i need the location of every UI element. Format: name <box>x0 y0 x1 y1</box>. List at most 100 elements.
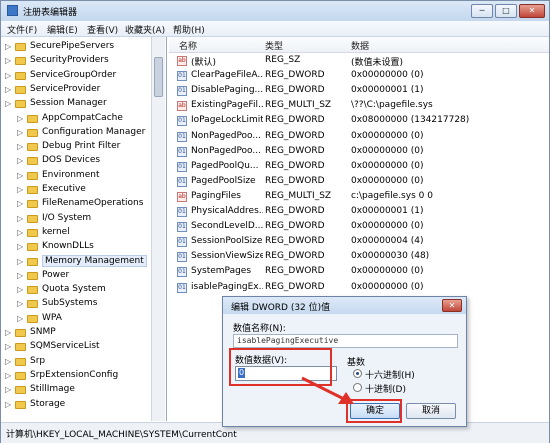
cancel-button[interactable]: 取消 <box>406 403 456 419</box>
value-name-field: isablePagingExecutive <box>233 334 458 348</box>
expand-arrow-icon[interactable]: ▷ <box>17 314 25 323</box>
value-row[interactable]: 01 IoPageLockLimit REG_DWORD 0x08000000 (13… <box>169 114 549 128</box>
value-row[interactable]: 01 SessionPoolSize REG_DWORD 0x00000004 (4) <box>169 235 549 249</box>
menu-edit[interactable]: 编辑(E) <box>47 23 78 36</box>
value-row[interactable]: 01 NonPagedPoo... REG_DWORD 0x00000000 (0) <box>169 130 549 144</box>
tree-item[interactable]: ▷ Srp <box>1 355 151 369</box>
value-row[interactable]: 01 DisablePaging... REG_DWORD 0x00000001 (1… <box>169 84 549 98</box>
tree-scrollbar-thumb[interactable] <box>154 57 163 97</box>
tree-scrollbar[interactable] <box>151 37 165 421</box>
folder-icon <box>27 200 38 209</box>
tree-item[interactable]: ▷ KnownDLLs <box>1 240 151 254</box>
binary-value-icon: 01 <box>177 131 187 142</box>
maximize-button[interactable]: □ <box>495 4 517 18</box>
tree-item[interactable]: ▷ ServiceProvider <box>1 83 151 97</box>
expand-arrow-icon[interactable]: ▷ <box>17 285 25 294</box>
value-row[interactable]: 01 PagedPoolQu... REG_DWORD 0x00000000 (0) <box>169 160 549 174</box>
value-name: SystemPages <box>191 266 252 277</box>
expand-arrow-icon[interactable]: ▷ <box>17 128 25 137</box>
value-type: REG_DWORD <box>265 115 325 126</box>
expand-arrow-icon[interactable]: ▷ <box>5 99 13 108</box>
close-button[interactable]: ✕ <box>519 4 545 18</box>
hex-radio-label[interactable]: 十六进制(H) <box>365 368 415 381</box>
tree-item-label: DOS Devices <box>42 155 101 166</box>
dec-radio-label[interactable]: 十进制(D) <box>365 382 406 395</box>
value-row[interactable]: ab (默认) REG_SZ (数值未设置) <box>169 54 549 68</box>
tree-item[interactable]: ▷ SubSystems <box>1 297 151 311</box>
value-row[interactable]: 01 PagedPoolSize REG_DWORD 0x00000000 (0) <box>169 175 549 189</box>
column-type-header[interactable]: 类型 <box>265 39 283 52</box>
value-row[interactable]: 01 PhysicalAddres... REG_DWORD 0x00000001 (… <box>169 205 549 219</box>
expand-arrow-icon[interactable]: ▷ <box>17 299 25 308</box>
tree-item-label: ServiceProvider <box>30 83 101 94</box>
tree-item[interactable]: ▷ SecurityProviders <box>1 54 151 68</box>
tree-item[interactable]: ▷ ServiceGroupOrder <box>1 69 151 83</box>
expand-arrow-icon[interactable]: ▷ <box>5 42 13 51</box>
column-name-header[interactable]: 名称 <box>179 39 197 52</box>
tree-item[interactable]: ▷ SecurePipeServers <box>1 40 151 54</box>
expand-arrow-icon[interactable]: ▷ <box>5 328 13 337</box>
column-data-header[interactable]: 数据 <box>351 39 369 52</box>
expand-arrow-icon[interactable]: ▷ <box>17 242 25 251</box>
expand-arrow-icon[interactable]: ▷ <box>17 171 25 180</box>
expand-arrow-icon[interactable]: ▷ <box>17 214 25 223</box>
expand-arrow-icon[interactable]: ▷ <box>17 142 25 151</box>
value-data: 0x00000004 (4) <box>351 236 424 247</box>
value-row[interactable]: 01 SessionViewSize REG_DWORD 0x00000030 (48… <box>169 250 549 264</box>
value-row[interactable]: 01 isablePagingEx... REG_DWORD 0x00000000 (… <box>169 281 549 295</box>
tree-item[interactable]: ▷ kernel <box>1 226 151 240</box>
expand-arrow-icon[interactable]: ▷ <box>17 228 25 237</box>
expand-arrow-icon[interactable]: ▷ <box>17 257 25 266</box>
expand-arrow-icon[interactable]: ▷ <box>5 85 13 94</box>
tree-item[interactable]: ▷ Storage <box>1 398 151 412</box>
tree-item[interactable]: ▷ Power <box>1 269 151 283</box>
tree-item[interactable]: ▷ SrpExtensionConfig <box>1 369 151 383</box>
tree-item[interactable]: ▷ Configuration Manager <box>1 126 151 140</box>
expand-arrow-icon[interactable]: ▷ <box>17 271 25 280</box>
dialog-close-button[interactable]: ✕ <box>442 299 462 312</box>
folder-icon <box>27 128 38 137</box>
title-bar[interactable]: 注册表编辑器 ─ □ ✕ <box>1 1 549 21</box>
expand-arrow-icon[interactable]: ▷ <box>17 199 25 208</box>
menu-favorites[interactable]: 收藏夹(A) <box>125 23 165 36</box>
menu-file[interactable]: 文件(F) <box>7 23 37 36</box>
expand-arrow-icon[interactable]: ▷ <box>5 385 13 394</box>
menu-view[interactable]: 查看(V) <box>87 23 118 36</box>
tree-item[interactable]: ▷ FileRenameOperations <box>1 197 151 211</box>
registry-tree[interactable]: ▷ SecurePipeServers ▷ SecurityProviders ▷ Ser… <box>1 37 167 421</box>
tree-item[interactable]: ▷ StillImage <box>1 383 151 397</box>
value-row[interactable]: 01 ClearPageFileA... REG_DWORD 0x00000000 (… <box>169 69 549 83</box>
expand-arrow-icon[interactable]: ▷ <box>5 342 13 351</box>
expand-arrow-icon[interactable]: ▷ <box>5 357 13 366</box>
expand-arrow-icon[interactable]: ▷ <box>17 114 25 123</box>
expand-arrow-icon[interactable]: ▷ <box>5 56 13 65</box>
expand-arrow-icon[interactable]: ▷ <box>5 71 13 80</box>
value-row[interactable]: 01 SystemPages REG_DWORD 0x00000000 (0) <box>169 265 549 279</box>
dialog-title-bar[interactable]: 编辑 DWORD (32 位)值 <box>223 297 466 314</box>
tree-item[interactable]: ▷ Environment <box>1 169 151 183</box>
tree-item[interactable]: ▷ SQMServiceList <box>1 340 151 354</box>
value-row[interactable]: ab ExistingPageFil... REG_MULTI_SZ \??\C:\p… <box>169 99 549 113</box>
tree-item[interactable]: ▷ Memory Management <box>1 254 151 269</box>
tree-item[interactable]: ▷ Quota System <box>1 283 151 297</box>
expand-arrow-icon[interactable]: ▷ <box>5 400 13 409</box>
expand-arrow-icon[interactable]: ▷ <box>17 156 25 165</box>
tree-item[interactable]: ▷ I/O System <box>1 212 151 226</box>
tree-item[interactable]: ▷ Session Manager <box>1 97 151 111</box>
value-row[interactable]: ab PagingFiles REG_MULTI_SZ c:\pagefile.sys… <box>169 190 549 204</box>
tree-item[interactable]: ▷ DOS Devices <box>1 154 151 168</box>
expand-arrow-icon[interactable]: ▷ <box>17 185 25 194</box>
menu-help[interactable]: 帮助(H) <box>173 23 205 36</box>
value-row[interactable]: 01 NonPagedPoo... REG_DWORD 0x00000000 (0) <box>169 145 549 159</box>
tree-item[interactable]: ▷ Debug Print Filter <box>1 140 151 154</box>
expand-arrow-icon[interactable]: ▷ <box>5 371 13 380</box>
tree-item-label: Memory Management <box>42 254 147 267</box>
tree-item[interactable]: ▷ Executive <box>1 183 151 197</box>
tree-item[interactable]: ▷ AppCompatCache <box>1 112 151 126</box>
value-row[interactable]: 01 SecondLevelD... REG_DWORD 0x00000000 (0) <box>169 220 549 234</box>
folder-icon <box>15 371 26 380</box>
binary-value-icon: 01 <box>177 237 187 248</box>
tree-item[interactable]: ▷ SNMP <box>1 326 151 340</box>
minimize-button[interactable]: ─ <box>471 4 493 18</box>
tree-item[interactable]: ▷ WPA <box>1 312 151 326</box>
